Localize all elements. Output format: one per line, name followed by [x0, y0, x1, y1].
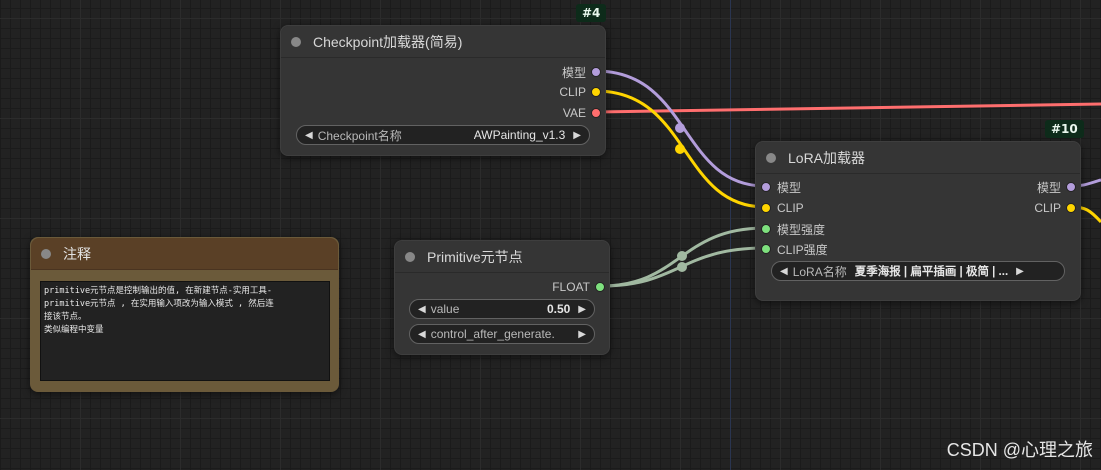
slot-label: 模型	[777, 180, 802, 195]
collapse-dot-icon[interactable]	[41, 248, 51, 259]
slot-label: FLOAT	[552, 280, 590, 294]
node-title: 注释	[63, 245, 91, 262]
output-slot-clip[interactable]: CLIP	[559, 82, 601, 102]
arrow-left-icon[interactable]: ◀	[305, 130, 313, 141]
widget-value: AWPainting_v1.3	[473, 128, 566, 142]
watermark: CSDN @心理之旅	[946, 440, 1093, 460]
checkpoint-loader-node[interactable]: Checkpoint加载器(简易) 模型 CLIP VAE ◀ Checkpoi…	[280, 25, 606, 156]
slot-label: CLIP	[1034, 201, 1061, 215]
slot-label: 模型	[1036, 180, 1061, 195]
slot-label: CLIP	[777, 201, 804, 215]
value-number-widget[interactable]: ◀ value 0.50 ▶	[409, 299, 595, 319]
node-title: LoRA加载器	[788, 149, 866, 166]
input-slot-clip-strength[interactable]: CLIP强度	[761, 239, 828, 259]
output-dot-icon[interactable]	[1066, 182, 1076, 192]
collapse-dot-icon[interactable]	[405, 251, 415, 262]
widget-label: LoRA名称	[792, 264, 847, 279]
float-link-midpoint-2	[677, 262, 687, 272]
slot-label: 模型强度	[777, 222, 826, 237]
output-slot-model[interactable]: 模型	[1037, 177, 1076, 197]
widget-value: 0.50	[546, 302, 571, 316]
slot-label: CLIP强度	[777, 242, 828, 257]
arrow-left-icon[interactable]: ◀	[418, 304, 426, 315]
node-title: Checkpoint加载器(简易)	[313, 33, 463, 50]
output-dot-icon[interactable]	[1066, 203, 1076, 213]
clip-link-midpoint	[675, 144, 685, 154]
node-header[interactable]: Primitive元节点	[395, 241, 609, 273]
arrow-right-icon[interactable]: ▶	[573, 130, 581, 141]
node-header[interactable]: LoRA加载器	[756, 142, 1080, 174]
input-dot-icon[interactable]	[761, 244, 771, 254]
node-title: Primitive元节点	[427, 248, 523, 265]
input-dot-icon[interactable]	[761, 224, 771, 234]
output-slot-float[interactable]: FLOAT	[552, 277, 605, 297]
output-dot-icon[interactable]	[591, 67, 601, 77]
input-slot-model-strength[interactable]: 模型强度	[761, 219, 825, 239]
arrow-left-icon[interactable]: ◀	[780, 266, 788, 277]
node-id-badge: #4	[576, 4, 607, 22]
lora-name-combo[interactable]: ◀ LoRA名称 夏季海报 | 扁平插画 | 极简 | ... ▶	[771, 261, 1065, 281]
input-slot-model[interactable]: 模型	[761, 177, 801, 197]
widget-value: 夏季海报 | 扁平插画 | 极简 | ...	[854, 266, 1009, 278]
input-slot-clip[interactable]: CLIP	[761, 198, 804, 218]
control-after-generate-combo[interactable]: ◀ control_after_generate. ▶	[409, 324, 595, 344]
slot-label: VAE	[562, 106, 586, 120]
node-header[interactable]: 注释	[31, 238, 338, 270]
input-dot-icon[interactable]	[761, 182, 771, 192]
note-node[interactable]: 注释 primitive元节点是控制输出的值, 在新建节点-实用工具- prim…	[30, 237, 339, 392]
slot-label: CLIP	[559, 85, 586, 99]
lora-loader-node[interactable]: LoRA加载器 模型 CLIP 模型强度 CLIP强度 模型 CLIP ◀ Lo…	[755, 141, 1081, 301]
widget-label: value	[430, 302, 460, 316]
collapse-dot-icon[interactable]	[291, 36, 301, 47]
arrow-right-icon[interactable]: ▶	[578, 329, 586, 340]
output-dot-icon[interactable]	[595, 282, 605, 292]
node-id-badge: #10	[1045, 120, 1084, 138]
output-dot-icon[interactable]	[591, 87, 601, 97]
output-slot-model[interactable]: 模型	[562, 62, 601, 82]
arrow-right-icon[interactable]: ▶	[1016, 266, 1024, 277]
widget-label: control_after_generate.	[430, 327, 555, 341]
primitive-node[interactable]: Primitive元节点 FLOAT ◀ value 0.50 ▶ ◀ cont…	[394, 240, 610, 355]
node-header[interactable]: Checkpoint加载器(简易)	[281, 26, 605, 58]
input-dot-icon[interactable]	[761, 203, 771, 213]
output-slot-vae[interactable]: VAE	[563, 103, 601, 123]
slot-label: 模型	[561, 65, 586, 80]
collapse-dot-icon[interactable]	[766, 152, 776, 163]
checkpoint-name-combo[interactable]: ◀ Checkpoint名称 AWPainting_v1.3 ▶	[296, 125, 590, 145]
arrow-left-icon[interactable]: ◀	[418, 329, 426, 340]
float-link-midpoint-1	[677, 251, 687, 261]
model-link-midpoint	[675, 123, 685, 133]
widget-label: Checkpoint名称	[317, 128, 402, 143]
output-dot-icon[interactable]	[591, 108, 601, 118]
output-slot-clip[interactable]: CLIP	[1034, 198, 1076, 218]
note-textarea[interactable]: primitive元节点是控制输出的值, 在新建节点-实用工具- primiti…	[40, 281, 330, 381]
arrow-right-icon[interactable]: ▶	[578, 304, 586, 315]
